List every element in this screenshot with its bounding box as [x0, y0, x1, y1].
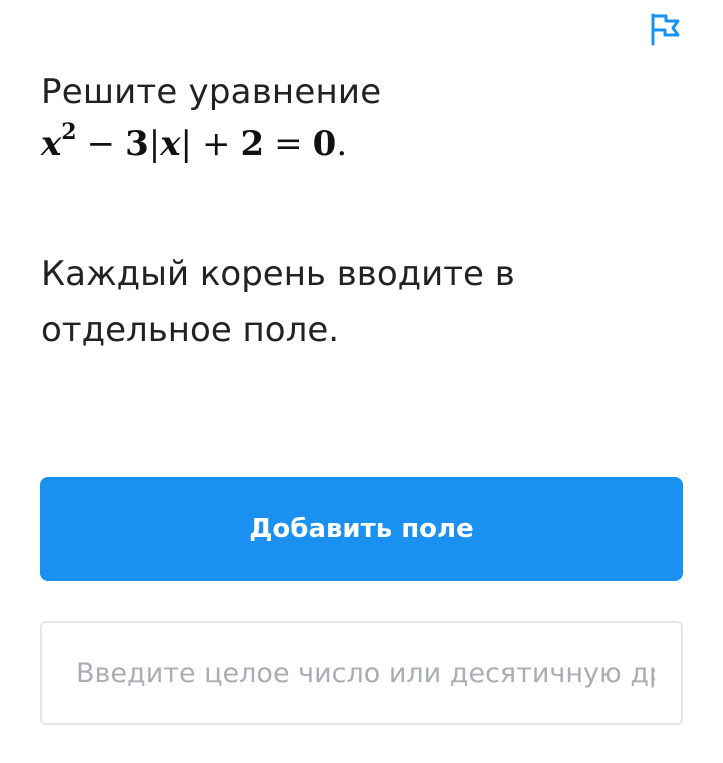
- eq-period: .: [336, 124, 348, 164]
- eq-three: 3: [125, 124, 149, 164]
- report-flag-button[interactable]: [646, 10, 686, 48]
- eq-plus: +: [201, 124, 231, 164]
- eq-abs-var: x: [160, 124, 181, 164]
- eq-abs-open: |: [148, 124, 161, 164]
- eq-abs-close: |: [180, 124, 192, 164]
- eq-minus: −: [86, 124, 116, 164]
- equation: x2−3|x| +2 = 0.: [41, 119, 681, 166]
- hint-text: Каждый корень вводите в отдельное поле.: [41, 254, 515, 350]
- eq-two: 2: [240, 124, 265, 164]
- eq-var-x: x: [41, 124, 62, 164]
- add-field-button[interactable]: Добавить поле: [40, 477, 683, 581]
- eq-zero: 0: [312, 124, 337, 164]
- question-block: Решите уравнение x2−3|x| +2 = 0.: [41, 70, 681, 166]
- flag-icon: [651, 13, 680, 46]
- eq-exponent: 2: [61, 119, 77, 145]
- eq-equals: =: [274, 124, 303, 164]
- answer-input[interactable]: [40, 621, 683, 725]
- question-title: Решите уравнение: [41, 72, 382, 112]
